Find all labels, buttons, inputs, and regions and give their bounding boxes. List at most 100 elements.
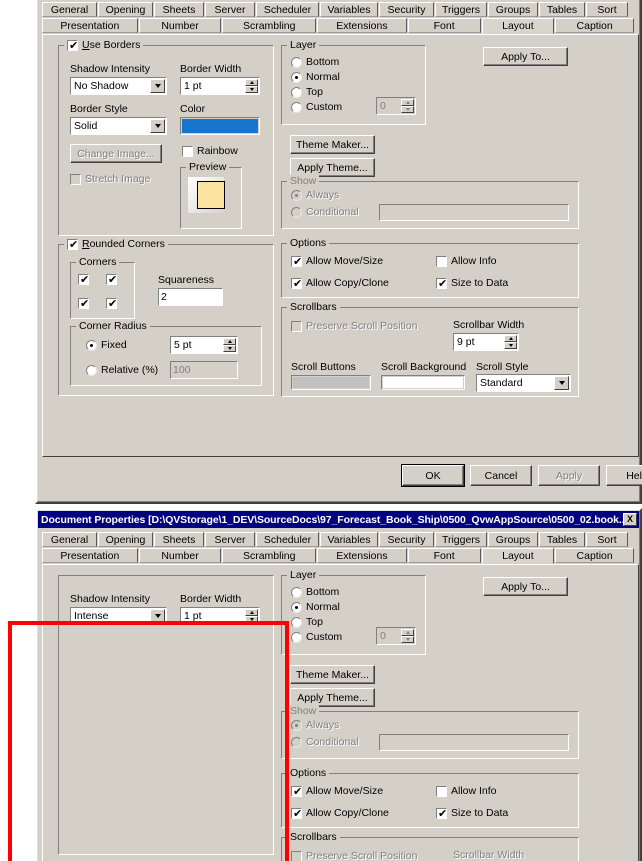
tab-sheets[interactable]: Sheets (154, 2, 204, 17)
help-button[interactable]: Help (606, 465, 642, 486)
layer-custom-spinner[interactable]: 0 (376, 97, 416, 115)
layer-bottom-radio[interactable]: Bottom (291, 586, 339, 598)
tab-scrambling[interactable]: Scrambling (222, 548, 317, 563)
fixed-radius-spinner[interactable]: 5 pt (170, 336, 238, 354)
tab-scheduler[interactable]: Scheduler (256, 532, 319, 547)
tab-variables[interactable]: Variables (320, 2, 378, 17)
tab-tables[interactable]: Tables (539, 2, 585, 17)
ok-button[interactable]: OK (401, 464, 465, 487)
spinner-down-icon[interactable] (223, 345, 236, 352)
show-always-radio[interactable]: Always (291, 189, 339, 201)
layer-custom-spinner[interactable]: 0 (376, 627, 416, 645)
spinner-buttons[interactable] (223, 338, 236, 352)
spinner-down-icon[interactable] (401, 106, 414, 113)
rainbow-checkbox[interactable]: Rainbow (182, 145, 238, 157)
scroll-buttons-swatch[interactable] (291, 375, 371, 390)
tab-caption[interactable]: Caption (555, 548, 634, 563)
spinner-buttons[interactable] (245, 79, 258, 93)
spinner-up-icon[interactable] (401, 629, 414, 636)
spinner-up-icon[interactable] (504, 335, 517, 342)
tab-general[interactable]: General (42, 532, 97, 547)
tab-number[interactable]: Number (138, 548, 222, 563)
chevron-down-icon[interactable] (150, 119, 165, 133)
rounded-corners-checkbox[interactable]: ✔ Rounded Corners (67, 238, 165, 250)
spinner-up-icon[interactable] (245, 79, 258, 86)
corner-bottom-left-checkbox[interactable]: ✔ (78, 298, 89, 309)
show-conditional-radio[interactable]: Conditional (291, 206, 359, 218)
tab-opening[interactable]: Opening (98, 532, 153, 547)
corner-top-left-checkbox[interactable]: ✔ (78, 274, 89, 285)
border-width-spinner[interactable]: 1 pt (180, 607, 260, 625)
squareness-input[interactable]: 2 (158, 288, 223, 306)
radius-relative-radio[interactable]: Relative (%) (86, 364, 158, 376)
tab-presentation[interactable]: Presentation (42, 548, 138, 563)
shadow-intensity-combo[interactable]: No Shadow (70, 77, 167, 95)
show-conditional-radio[interactable]: Conditional (291, 736, 359, 748)
relative-radius-input[interactable]: 100 (170, 361, 238, 379)
size-to-data-checkbox[interactable]: ✔ Size to Data (436, 807, 508, 819)
apply-to-button[interactable]: Apply To... (483, 47, 568, 66)
preserve-scroll-position-checkbox[interactable]: Preserve Scroll Position (291, 850, 417, 861)
allow-copy-clone-checkbox[interactable]: ✔ Allow Copy/Clone (291, 807, 389, 819)
close-icon[interactable]: X (623, 513, 637, 526)
border-color-swatch[interactable] (180, 117, 260, 135)
spinner-down-icon[interactable] (245, 616, 258, 623)
show-conditional-input[interactable] (379, 204, 569, 221)
spinner-down-icon[interactable] (504, 342, 517, 349)
stretch-image-checkbox[interactable]: Stretch Image (70, 173, 150, 185)
spinner-down-icon[interactable] (245, 86, 258, 93)
tab-presentation[interactable]: Presentation (42, 18, 138, 33)
scroll-background-swatch[interactable] (381, 375, 465, 390)
tab-security[interactable]: Security (379, 2, 434, 17)
scroll-style-combo[interactable]: Standard (476, 374, 571, 392)
allow-move-size-checkbox[interactable]: ✔ Allow Move/Size (291, 785, 383, 797)
spinner-up-icon[interactable] (223, 338, 236, 345)
show-conditional-input[interactable] (379, 734, 569, 751)
tab-triggers[interactable]: Triggers (435, 2, 487, 17)
tab-opening[interactable]: Opening (98, 2, 153, 17)
border-style-combo[interactable]: Solid (70, 117, 167, 135)
layer-custom-radio[interactable]: Custom (291, 631, 342, 643)
layer-top-radio[interactable]: Top (291, 86, 323, 98)
spinner-down-icon[interactable] (401, 636, 414, 643)
layer-bottom-radio[interactable]: Bottom (291, 56, 339, 68)
change-image-button[interactable]: Change Image... (70, 144, 162, 163)
layer-custom-radio[interactable]: Custom (291, 101, 342, 113)
tab-security[interactable]: Security (379, 532, 434, 547)
radius-fixed-radio[interactable]: Fixed (86, 339, 127, 351)
size-to-data-checkbox[interactable]: ✔ Size to Data (436, 277, 508, 289)
tab-variables[interactable]: Variables (320, 532, 378, 547)
layer-normal-radio[interactable]: Normal (291, 601, 340, 613)
theme-maker-button[interactable]: Theme Maker... (290, 135, 375, 154)
preserve-scroll-position-checkbox[interactable]: Preserve Scroll Position (291, 320, 417, 332)
layer-normal-radio[interactable]: Normal (291, 71, 340, 83)
allow-move-size-checkbox[interactable]: ✔ Allow Move/Size (291, 255, 383, 267)
tab-extensions[interactable]: Extensions (317, 18, 407, 33)
corner-top-right-checkbox[interactable]: ✔ (106, 274, 117, 285)
spinner-buttons[interactable] (245, 609, 258, 623)
tab-layout[interactable]: Layout (481, 548, 555, 564)
tab-layout[interactable]: Layout (481, 18, 555, 34)
tab-font[interactable]: Font (407, 18, 481, 33)
tab-sheets[interactable]: Sheets (154, 532, 204, 547)
theme-maker-button[interactable]: Theme Maker... (290, 665, 375, 684)
allow-info-checkbox[interactable]: Allow Info (436, 255, 497, 267)
tab-sort[interactable]: Sort (586, 2, 628, 17)
border-width-spinner[interactable]: 1 pt (180, 77, 260, 95)
tab-scrambling[interactable]: Scrambling (222, 18, 317, 33)
tab-extensions[interactable]: Extensions (317, 548, 407, 563)
scrollbar-width-spinner[interactable]: 9 pt (453, 333, 519, 351)
tab-groups[interactable]: Groups (488, 2, 538, 17)
chevron-down-icon[interactable] (554, 376, 569, 390)
spinner-buttons[interactable] (401, 629, 414, 643)
corner-bottom-right-checkbox[interactable]: ✔ (106, 298, 117, 309)
tab-tables[interactable]: Tables (539, 532, 585, 547)
shadow-intensity-combo[interactable]: Intense (70, 607, 167, 625)
tab-triggers[interactable]: Triggers (435, 532, 487, 547)
apply-to-button[interactable]: Apply To... (483, 577, 568, 596)
spinner-buttons[interactable] (401, 99, 414, 113)
tab-caption[interactable]: Caption (555, 18, 634, 33)
chevron-down-icon[interactable] (150, 609, 165, 623)
tab-server[interactable]: Server (205, 532, 255, 547)
tab-server[interactable]: Server (205, 2, 255, 17)
